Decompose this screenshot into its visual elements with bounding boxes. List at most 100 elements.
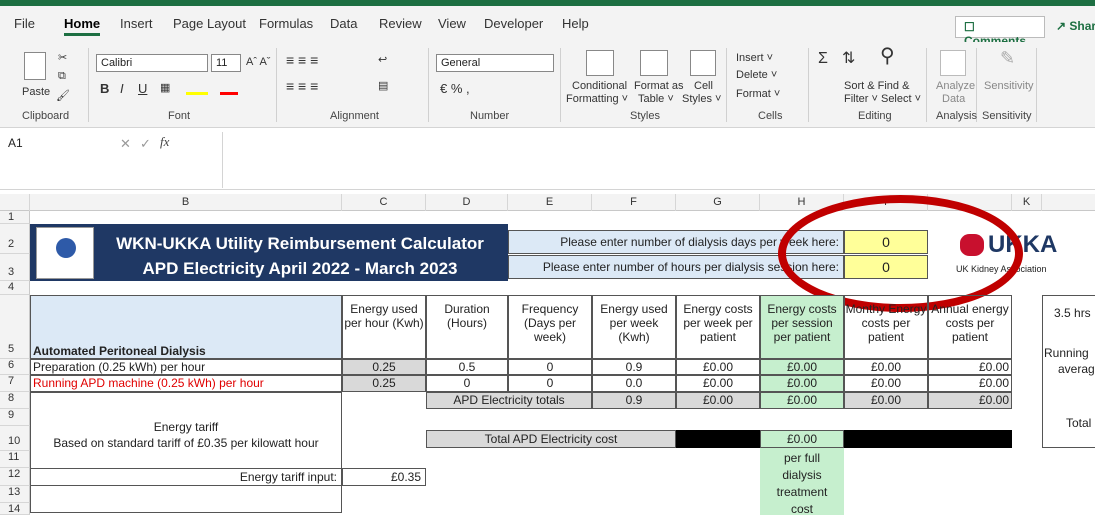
table-cell[interactable]: £0.00 [676, 392, 760, 409]
autosum-icon[interactable]: Σ [818, 51, 828, 67]
format-as-table-icon[interactable] [640, 50, 668, 76]
table-cell[interactable]: £0.00 [928, 359, 1012, 375]
table-cell[interactable]: £0.00 [676, 359, 760, 375]
col-header[interactable]: F [592, 194, 676, 211]
font-name-select[interactable]: Calibri [96, 54, 208, 72]
separator [428, 48, 429, 122]
col-header[interactable]: E [508, 194, 592, 211]
underline-icon[interactable]: U [138, 82, 147, 95]
col-header[interactable]: K [1012, 194, 1042, 211]
row-header[interactable]: 7 [0, 375, 30, 392]
header-cost-per-week: Energy costs per week per patient [676, 295, 760, 359]
table-cell[interactable]: £0.00 [844, 375, 928, 392]
italic-icon[interactable]: I [120, 82, 124, 95]
fx-icon[interactable]: fx [160, 134, 169, 150]
format-painter-icon[interactable]: 🖌 [56, 90, 70, 103]
insert-cells[interactable]: Insert ˅ [736, 52, 773, 65]
format-cells[interactable]: Format ˅ [736, 88, 780, 101]
table-cell[interactable]: 0.25 [342, 375, 426, 392]
row-header[interactable]: 10 [0, 426, 30, 451]
cut-icon[interactable]: ✂ [58, 52, 67, 65]
analyze-data-icon[interactable] [940, 50, 966, 76]
enter-icon[interactable]: ✓ [140, 136, 151, 152]
format-as-label: Format as [634, 80, 684, 92]
col-header[interactable]: C [342, 194, 426, 211]
align-left-icon[interactable]: ≡ ≡ ≡ [286, 79, 318, 93]
sensitivity-icon[interactable]: ✎ [1000, 49, 1015, 67]
menu-insert[interactable]: Insert [120, 16, 153, 31]
align-top-icon[interactable]: ≡ ≡ ≡ [286, 53, 318, 67]
comments-button[interactable]: ☐ Comments [955, 16, 1045, 48]
col-header[interactable]: B [30, 194, 342, 211]
row-header[interactable]: 13 [0, 486, 30, 503]
menu-developer[interactable]: Developer [484, 16, 543, 31]
row-header[interactable]: 2 [0, 224, 30, 254]
row-header[interactable]: 14 [0, 503, 30, 515]
table-cell[interactable]: £0.00 [928, 375, 1012, 392]
cancel-icon[interactable]: ✕ [120, 136, 131, 152]
row-header[interactable]: 1 [0, 211, 30, 224]
table-cell[interactable]: 0 [508, 375, 592, 392]
table-cell[interactable]: 0 [426, 375, 508, 392]
row-header[interactable]: 4 [0, 281, 30, 295]
table-cell[interactable]: 0.9 [592, 359, 676, 375]
paste-icon[interactable] [24, 52, 46, 80]
menu-formulas[interactable]: Formulas [259, 16, 313, 31]
table-cell[interactable]: 0 [508, 359, 592, 375]
merge-icon[interactable]: ▤ [378, 80, 388, 93]
row-header[interactable]: 6 [0, 359, 30, 375]
separator [726, 48, 727, 122]
share-button[interactable]: ↗ Share [1050, 16, 1095, 38]
col-header[interactable]: G [676, 194, 760, 211]
menu-file[interactable]: File [14, 16, 35, 31]
fill-color-icon[interactable] [186, 92, 208, 95]
table-cell[interactable]: 0.0 [592, 375, 676, 392]
menu-home[interactable]: Home [64, 16, 101, 36]
tariff-input[interactable]: £0.35 [342, 468, 426, 486]
formula-input[interactable] [222, 132, 1095, 188]
delete-cells[interactable]: Delete ˅ [736, 69, 777, 82]
menu-review[interactable]: Review [379, 16, 422, 31]
total-cost-value[interactable]: £0.00 [760, 430, 844, 448]
conditional-formatting-icon[interactable] [586, 50, 614, 76]
side-note: Running [1044, 346, 1089, 360]
bold-icon[interactable]: B [100, 82, 109, 95]
col-header[interactable]: D [426, 194, 508, 211]
table-cell[interactable]: £0.00 [760, 375, 844, 392]
group-font: Font [168, 110, 191, 122]
find-icon[interactable]: ⚲ [880, 46, 895, 66]
table-cell[interactable]: 0.9 [592, 392, 676, 409]
group-number: Number [470, 110, 510, 122]
table-cell[interactable]: 0.25 [342, 359, 426, 375]
table-cell[interactable]: 0.5 [426, 359, 508, 375]
table-cell[interactable]: £0.00 [760, 392, 844, 409]
menu-data[interactable]: Data [330, 16, 357, 31]
sort-filter-icon[interactable]: ⇅ [842, 51, 855, 67]
menu-page-layout[interactable]: Page Layout [173, 16, 246, 31]
row-header[interactable]: 9 [0, 409, 30, 426]
menu-help[interactable]: Help [562, 16, 589, 31]
table-cell[interactable]: £0.00 [844, 359, 928, 375]
row-header[interactable]: 12 [0, 468, 30, 486]
total-black-cell [676, 430, 760, 448]
borders-icon[interactable]: ▦ [160, 82, 170, 95]
row-header[interactable]: 11 [0, 451, 30, 468]
table-cell[interactable]: £0.00 [760, 359, 844, 375]
table-cell[interactable]: £0.00 [844, 392, 928, 409]
number-format-select[interactable]: General [436, 54, 554, 72]
row-header[interactable]: 5 [0, 295, 30, 359]
name-box[interactable]: A1 [8, 136, 98, 154]
font-size-select[interactable]: 11 [211, 54, 241, 72]
wrap-text-icon[interactable]: ↩ [378, 54, 387, 67]
select-all[interactable] [0, 194, 30, 211]
cell-styles-icon[interactable] [690, 50, 716, 76]
font-color-icon[interactable] [220, 92, 238, 95]
menu-view[interactable]: View [438, 16, 466, 31]
table-cell[interactable]: £0.00 [928, 392, 1012, 409]
copy-icon[interactable]: ⧉ [58, 70, 66, 83]
font-grow-icon[interactable]: Aˆ Aˇ [246, 56, 270, 69]
row-header[interactable]: 3 [0, 254, 30, 281]
row-header[interactable]: 8 [0, 392, 30, 409]
currency-icon[interactable]: € % , [440, 82, 470, 95]
table-cell[interactable]: £0.00 [676, 375, 760, 392]
